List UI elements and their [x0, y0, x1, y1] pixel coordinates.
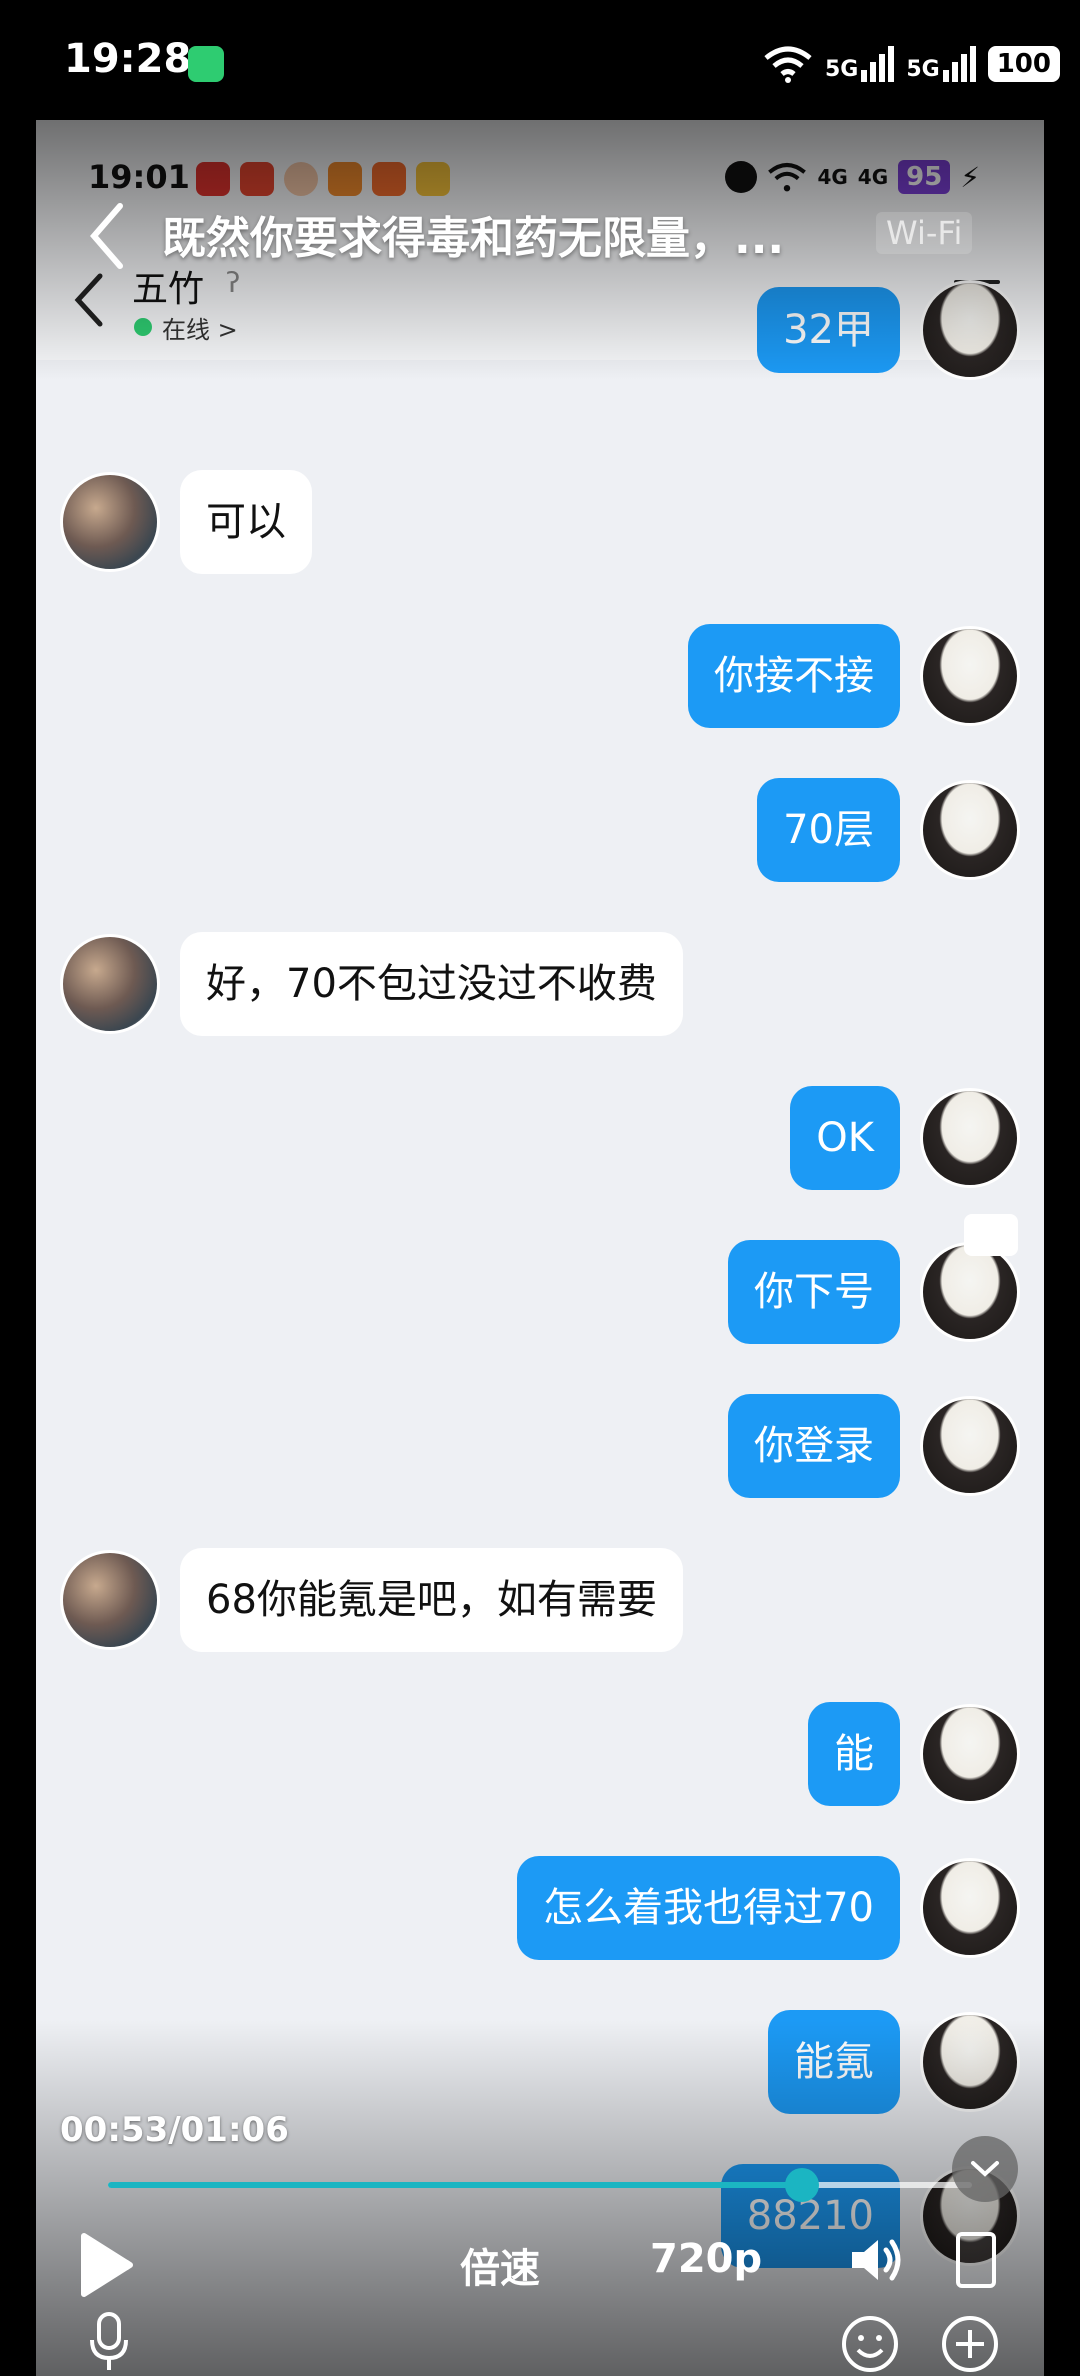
app-icon	[328, 162, 362, 196]
signal-icon: 4G	[817, 165, 848, 189]
charging-icon: ⚡	[960, 160, 980, 194]
my-avatar	[920, 626, 1020, 726]
incoming-bubble: 好，70不包过没过不收费	[180, 932, 683, 1036]
inner-clock: 19:01	[88, 158, 190, 196]
my-avatar	[920, 1242, 1020, 1342]
signal-type: 5G	[906, 57, 940, 82]
my-avatar	[920, 1396, 1020, 1496]
my-avatar	[920, 780, 1020, 880]
inner-status-icons: 4G 4G 95 ⚡	[725, 160, 980, 194]
message-row: 能氪	[768, 2010, 1020, 2114]
my-avatar	[920, 280, 1020, 380]
play-button[interactable]	[76, 2230, 136, 2300]
my-avatar	[920, 1704, 1020, 1804]
signal-icon: 5G	[906, 46, 976, 82]
outer-status-icons: 5G 5G 100	[763, 40, 1060, 88]
incoming-bubble: 68你能氪是吧，如有需要	[180, 1548, 683, 1652]
outgoing-bubble: 你登录	[728, 1394, 900, 1498]
signal-type: 5G	[824, 57, 859, 82]
volume-icon[interactable]	[846, 2230, 906, 2290]
my-avatar	[920, 1858, 1020, 1958]
contact-avatar	[60, 934, 160, 1034]
plus-icon	[942, 2316, 998, 2372]
outgoing-bubble: 能氪	[768, 2010, 900, 2114]
lock-icon[interactable]	[964, 1214, 1018, 1256]
contact-name: 五竹	[132, 269, 205, 310]
message-row: 70层	[757, 778, 1020, 882]
progress-fill	[108, 2182, 802, 2188]
app-icon	[196, 162, 230, 196]
message-row: 你登录	[728, 1394, 1020, 1498]
battery-icon: 100	[987, 46, 1060, 82]
outgoing-bubble: 怎么着我也得过70	[517, 1856, 900, 1960]
video-player[interactable]: 19:01 4G 4G 95 ⚡ 五竹 ʔ 在线 > 32甲 可以 你接不接 7…	[36, 120, 1044, 2376]
signal-icon: 5G	[824, 46, 895, 82]
message-row: 好，70不包过没过不收费	[60, 932, 683, 1036]
outgoing-bubble: 32甲	[757, 287, 900, 373]
message-row: 能	[808, 1702, 1020, 1806]
outgoing-bubble: 70层	[757, 778, 900, 882]
my-avatar	[920, 2012, 1020, 2112]
emoji-icon	[842, 2316, 898, 2372]
message-row: 怎么着我也得过70	[517, 1856, 1020, 1960]
app-icon	[284, 162, 318, 196]
contact-avatar	[60, 1550, 160, 1650]
outgoing-bubble: OK	[790, 1086, 900, 1190]
speed-button[interactable]: 倍速	[460, 2236, 540, 2294]
quality-button[interactable]: 720p	[650, 2236, 762, 2282]
playback-time: 00:53/01:06	[60, 2110, 289, 2150]
back-icon[interactable]	[86, 200, 126, 272]
signal-icon: 4G	[857, 165, 889, 189]
ear-icon: ʔ	[226, 266, 241, 299]
app-icon	[372, 162, 406, 196]
message-row: 可以	[60, 470, 312, 574]
message-row: 你接不接	[688, 624, 1020, 728]
my-avatar	[920, 1088, 1020, 1188]
progress-bar[interactable]	[108, 2168, 972, 2202]
chat-back-icon	[74, 273, 103, 327]
battery-saver-icon	[188, 46, 224, 82]
outer-status-bar: 19:28 5G 5G 100	[0, 0, 1080, 120]
online-status-dot	[134, 318, 152, 336]
message-row: 68你能氪是吧，如有需要	[60, 1548, 683, 1652]
battery-icon: 95	[898, 160, 951, 194]
incoming-bubble: 可以	[180, 470, 312, 574]
video-title: 既然你要求得毒和药无限量，...	[162, 213, 785, 264]
outer-clock: 19:28	[64, 36, 192, 82]
collapse-button[interactable]	[952, 2136, 1018, 2202]
speed-dial-icon	[725, 161, 758, 193]
app-icon	[416, 162, 450, 196]
fullscreen-button[interactable]	[956, 2232, 996, 2288]
outgoing-bubble: 你接不接	[688, 624, 900, 728]
chevron-down-icon	[971, 2161, 999, 2177]
outgoing-bubble: 能	[808, 1702, 900, 1806]
message-row: 32甲	[757, 280, 1020, 380]
outgoing-bubble: 你下号	[728, 1240, 900, 1344]
wifi-icon	[768, 163, 807, 192]
wifi-badge: Wi-Fi	[876, 212, 973, 254]
message-row: OK	[790, 1086, 1020, 1190]
app-icon	[240, 162, 274, 196]
progress-knob[interactable]	[784, 2168, 819, 2202]
contact-avatar	[60, 472, 160, 572]
online-status-label: 在线 >	[162, 316, 238, 344]
wifi-icon	[764, 46, 812, 83]
mic-icon	[90, 2312, 128, 2370]
